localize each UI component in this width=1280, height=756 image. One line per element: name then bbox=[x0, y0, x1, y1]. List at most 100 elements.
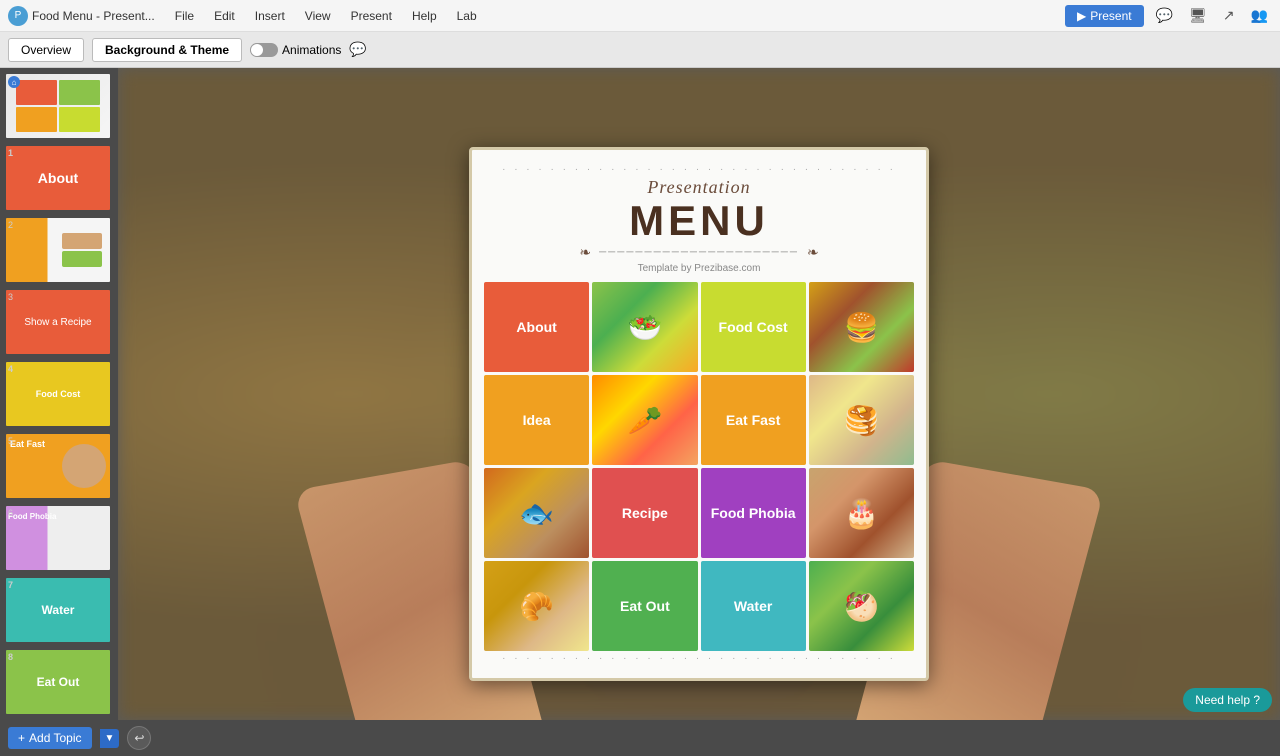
animations-toggle[interactable]: Animations bbox=[250, 43, 341, 57]
slide-thumb-overview[interactable]: ⌂ Overview bbox=[4, 72, 112, 140]
grid-cell-pancakes: 🥞 bbox=[809, 375, 914, 465]
grid-cell-croissant: 🥐 bbox=[484, 561, 589, 651]
slide-2-label: Idea bbox=[6, 282, 110, 284]
card-decorative: ❧ ────────────────────── ❧ bbox=[484, 244, 914, 261]
grid-cell-idea[interactable]: Idea bbox=[484, 375, 589, 465]
thumb-2-bg: 2 bbox=[6, 218, 110, 282]
slide-num-8: 8 bbox=[8, 652, 13, 662]
add-icon: + bbox=[18, 731, 25, 745]
slide-num-3: 3 bbox=[8, 292, 13, 302]
slide-thumb-overview-label: Overview bbox=[6, 138, 110, 140]
grid-cell-foodphobia[interactable]: Food Phobia bbox=[701, 468, 806, 558]
share-icon-btn[interactable]: ↗ bbox=[1219, 5, 1239, 26]
card-border-bottom: · · · · · · · · · · · · · · · · · · · · … bbox=[484, 651, 914, 666]
menu-grid: About 🥗 Food Cost 🍔 Idea 🥕 bbox=[484, 282, 914, 651]
greenplate-photo: 🥙 bbox=[809, 561, 914, 651]
add-topic-dropdown[interactable]: ▼ bbox=[100, 729, 120, 748]
card-title-italic: Presentation bbox=[484, 177, 914, 198]
thumb-3-bg: 3 Show a Recipe bbox=[6, 290, 110, 354]
slide-4-label: Food Cost bbox=[6, 426, 110, 428]
main-layout: ⌂ Overview 1 About About 2 bbox=[0, 68, 1280, 720]
overview-tab[interactable]: Overview bbox=[8, 38, 84, 62]
card-border-top: · · · · · · · · · · · · · · · · · · · · … bbox=[484, 162, 914, 177]
menu-view[interactable]: View bbox=[301, 7, 335, 25]
background-theme-tab[interactable]: Background & Theme bbox=[92, 38, 242, 62]
grid-cell-cake: 🎂 bbox=[809, 468, 914, 558]
thumb-4-bg: 4 Food Cost bbox=[6, 362, 110, 426]
slide-thumb-7[interactable]: 7 Water Water bbox=[4, 576, 112, 644]
undo-button[interactable]: ↩ bbox=[127, 726, 151, 750]
grid-cell-fish: 🐟 bbox=[484, 468, 589, 558]
slide-thumb-5[interactable]: 5 Eat Fast Eat Fast bbox=[4, 432, 112, 500]
slide-num-5: 5 bbox=[8, 436, 13, 446]
slide-thumb-8[interactable]: 8 Eat Out Eat Out bbox=[4, 648, 112, 716]
slide-5-label: Eat Fast bbox=[6, 498, 110, 500]
slide-num-2: 2 bbox=[8, 220, 13, 230]
topbar-right: ▶ Present 💬 🖥 ↗ 👥 bbox=[1065, 5, 1272, 27]
menubar: File Edit Insert View Present Help Lab bbox=[171, 7, 481, 25]
grid-cell-water[interactable]: Water bbox=[701, 561, 806, 651]
thumb-8-bg: 8 Eat Out bbox=[6, 650, 110, 714]
slide-num-1: 1 bbox=[8, 148, 13, 158]
slide-1-label: About bbox=[6, 210, 110, 212]
menu-lab[interactable]: Lab bbox=[453, 7, 481, 25]
grid-cell-carrots: 🥕 bbox=[592, 375, 697, 465]
screen-icon-btn[interactable]: 🖥 bbox=[1185, 5, 1211, 26]
slide-thumb-4[interactable]: 4 Food Cost Food Cost bbox=[4, 360, 112, 428]
salad-photo: 🥗 bbox=[592, 282, 697, 372]
burger-photo: 🍔 bbox=[809, 282, 914, 372]
menu-help[interactable]: Help bbox=[408, 7, 441, 25]
overview-mini-grid bbox=[16, 80, 99, 131]
slide-num-7: 7 bbox=[8, 580, 13, 590]
secondbar: Overview Background & Theme Animations 💬 bbox=[0, 32, 1280, 68]
slide-thumb-6[interactable]: 6 Food Phobia Food Phobia bbox=[4, 504, 112, 572]
thumb-5-img bbox=[62, 444, 106, 488]
menu-present[interactable]: Present bbox=[347, 7, 396, 25]
cake-photo: 🎂 bbox=[809, 468, 914, 558]
comment-icon[interactable]: 💬 bbox=[349, 41, 366, 58]
menu-card-header: Presentation MENU ❧ ────────────────────… bbox=[484, 177, 914, 274]
overview-badge: ⌂ bbox=[8, 76, 20, 88]
menu-file[interactable]: File bbox=[171, 7, 198, 25]
grid-cell-foodcost[interactable]: Food Cost bbox=[701, 282, 806, 372]
slide-8-label: Eat Out bbox=[6, 714, 110, 716]
add-topic-button[interactable]: + Add Topic bbox=[8, 727, 92, 749]
comment-icon-btn[interactable]: 💬 bbox=[1152, 5, 1177, 26]
slide-thumb-3[interactable]: 3 Show a Recipe Recipe bbox=[4, 288, 112, 356]
grid-cell-about[interactable]: About bbox=[484, 282, 589, 372]
slide-num-6: 6 bbox=[8, 508, 13, 518]
grid-cell-eatout[interactable]: Eat Out bbox=[592, 561, 697, 651]
thumb-7-bg: 7 Water bbox=[6, 578, 110, 642]
need-help-button[interactable]: Need help ? bbox=[1183, 688, 1272, 712]
thumb-5-bg: 5 Eat Fast bbox=[6, 434, 110, 498]
thumb-6-bg: 6 Food Phobia bbox=[6, 506, 110, 570]
app-title: Food Menu - Present... bbox=[32, 9, 155, 23]
slide-3-label: Recipe bbox=[6, 354, 110, 356]
croissant-photo: 🥐 bbox=[484, 561, 589, 651]
grid-cell-recipe[interactable]: Recipe bbox=[592, 468, 697, 558]
app-logo: P Food Menu - Present... bbox=[8, 6, 155, 26]
toggle-knob bbox=[251, 44, 263, 56]
animations-switch[interactable] bbox=[250, 43, 278, 57]
pancakes-photo: 🥞 bbox=[809, 375, 914, 465]
card-template-text: Template by Prezibase.com bbox=[484, 263, 914, 274]
fish-photo: 🐟 bbox=[484, 468, 589, 558]
thumb-overview-bg: ⌂ bbox=[6, 74, 110, 138]
slide-num-4: 4 bbox=[8, 364, 13, 374]
menu-edit[interactable]: Edit bbox=[210, 7, 239, 25]
menu-card: · · · · · · · · · · · · · · · · · · · · … bbox=[469, 147, 929, 681]
present-button[interactable]: ▶ Present bbox=[1065, 5, 1144, 27]
menu-insert[interactable]: Insert bbox=[251, 7, 289, 25]
topbar: P Food Menu - Present... File Edit Inser… bbox=[0, 0, 1280, 32]
slides-sidebar: ⌂ Overview 1 About About 2 bbox=[0, 68, 118, 720]
grid-cell-salad: 🥗 bbox=[592, 282, 697, 372]
grid-cell-burger: 🍔 bbox=[809, 282, 914, 372]
grid-cell-eatfast[interactable]: Eat Fast bbox=[701, 375, 806, 465]
thumb-2-images bbox=[62, 233, 102, 267]
grid-cell-greenplate: 🥙 bbox=[809, 561, 914, 651]
card-title-big: MENU bbox=[484, 200, 914, 242]
slide-6-label: Food Phobia bbox=[6, 570, 110, 572]
slide-thumb-1[interactable]: 1 About About bbox=[4, 144, 112, 212]
user-icon-btn[interactable]: 👥 bbox=[1247, 5, 1272, 26]
slide-thumb-2[interactable]: 2 Idea bbox=[4, 216, 112, 284]
